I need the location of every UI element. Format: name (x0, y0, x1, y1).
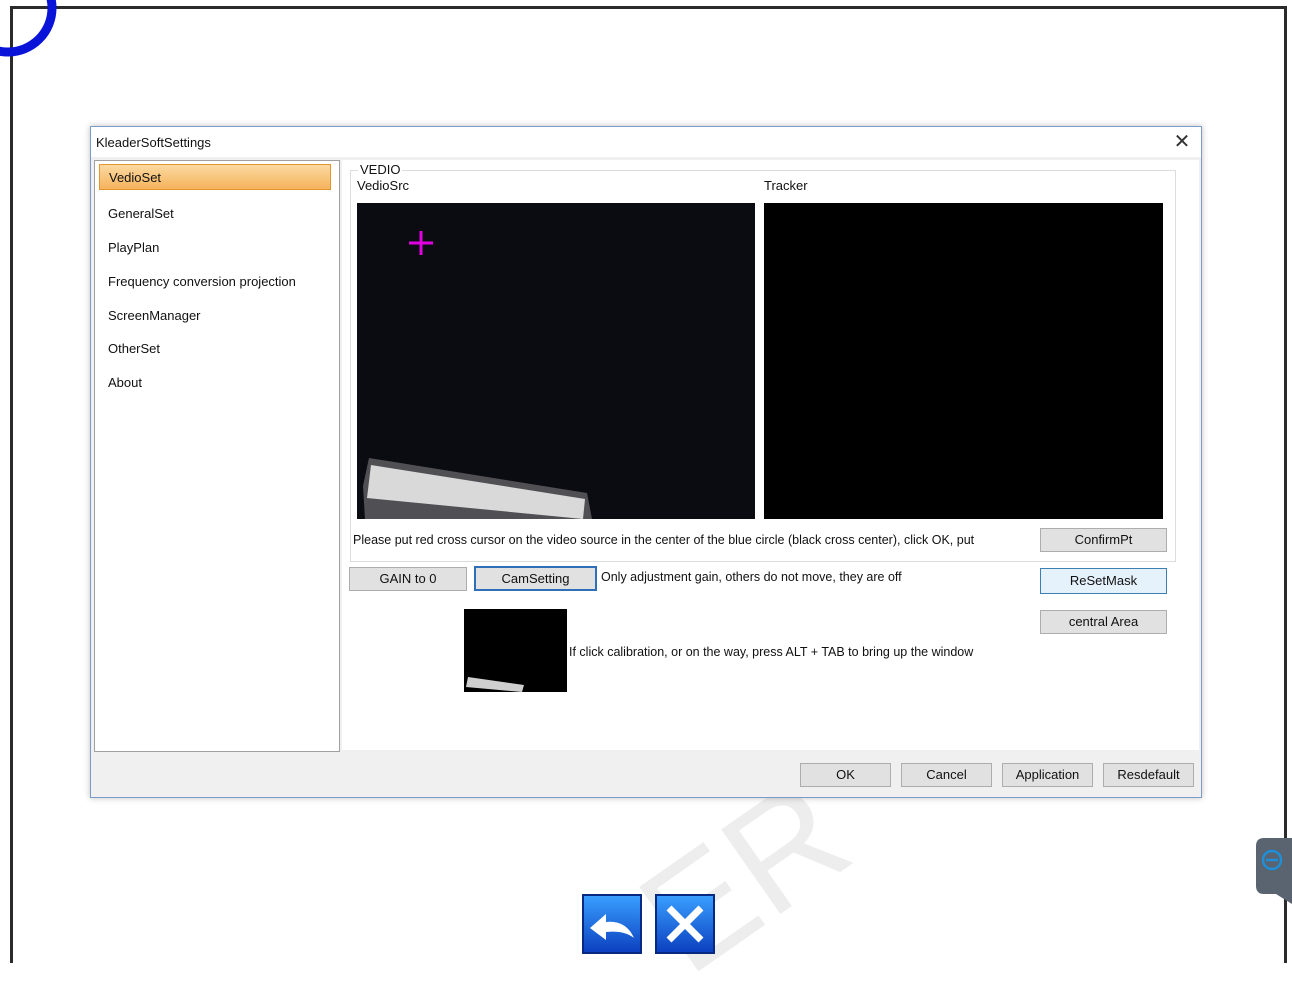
nav-item-about[interactable]: About (108, 375, 142, 390)
tracker-label: Tracker (764, 178, 808, 193)
calibration-circle-icon (0, 0, 57, 57)
video-source-view[interactable] (357, 203, 755, 519)
video-thumbnail (464, 609, 567, 692)
vedio-src-label: VedioSrc (357, 178, 410, 193)
resdefault-button[interactable]: Resdefault (1103, 763, 1194, 787)
vedio-settings-panel: VEDIO VedioSrc Tracker Please put red cr… (342, 160, 1199, 750)
frame-right-border (1284, 6, 1287, 963)
settings-nav: VedioSet GeneralSet PlayPlan Frequency c… (94, 160, 340, 752)
cancel-button[interactable]: Cancel (901, 763, 992, 787)
settings-dialog: KleaderSoftSettings ✕ VedioSet GeneralSe… (90, 126, 1202, 798)
calibration-instruction: Please put red cross cursor on the video… (353, 533, 975, 547)
application-button[interactable]: Application (1002, 763, 1093, 787)
nav-item-screenmanager[interactable]: ScreenManager (108, 308, 201, 323)
gain-to-zero-button[interactable]: GAIN to 0 (349, 567, 467, 591)
reset-mask-button[interactable]: ReSetMask (1040, 568, 1167, 594)
gain-note: Only adjustment gain, others do not move… (601, 570, 902, 584)
central-area-button[interactable]: central Area (1040, 610, 1167, 634)
nav-item-generalset[interactable]: GeneralSet (108, 206, 174, 221)
ok-button[interactable]: OK (800, 763, 891, 787)
cam-setting-button[interactable]: CamSetting (474, 566, 597, 591)
crosshair-icon (409, 231, 433, 255)
vedio-group-label: VEDIO (358, 162, 403, 177)
tracker-view (764, 203, 1163, 519)
back-arrow-icon[interactable] (582, 894, 642, 954)
nav-item-frequency-conversion[interactable]: Frequency conversion projection (108, 274, 296, 289)
nav-item-playplan[interactable]: PlayPlan (108, 240, 159, 255)
confirm-point-button[interactable]: ConfirmPt (1040, 528, 1167, 552)
close-icon[interactable]: ✕ (1169, 129, 1195, 155)
frame-left-border (10, 6, 13, 963)
nav-item-otherset[interactable]: OtherSet (108, 341, 160, 356)
dialog-titlebar: KleaderSoftSettings ✕ (91, 127, 1201, 157)
close-x-icon[interactable] (655, 894, 715, 954)
calibration-note: If click calibration, or on the way, pre… (569, 645, 974, 659)
dialog-footer: OK Cancel Application Resdefault (91, 753, 1201, 797)
side-toolbar-tab-icon[interactable] (1256, 838, 1292, 904)
nav-item-vedioset[interactable]: VedioSet (99, 164, 331, 190)
dialog-title: KleaderSoftSettings (96, 135, 211, 150)
frame-top-border (10, 6, 1286, 9)
